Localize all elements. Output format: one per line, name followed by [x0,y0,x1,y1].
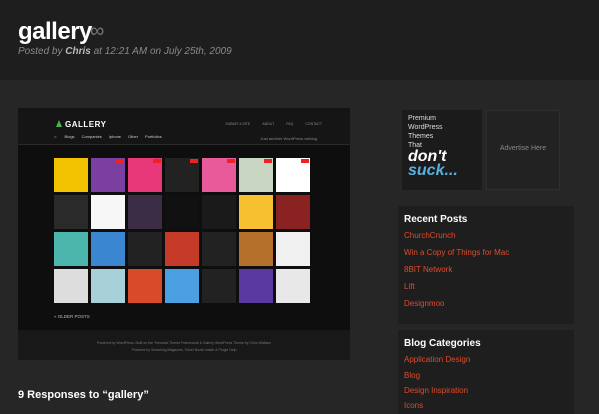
thumbnail-tile[interactable] [54,269,88,303]
thumbnail-tile[interactable] [91,232,125,266]
thumbnail-tile[interactable] [239,195,273,229]
advertise-here-box[interactable]: Advertise Here [486,110,560,190]
thumbnail-tile[interactable] [276,195,310,229]
new-badge [301,159,309,163]
blog-categories-widget: Blog Categories Application Design Blog … [398,330,574,414]
home-icon: ⌂ [54,134,57,139]
thumbnail-tile[interactable] [165,269,199,303]
screenshot-header: GALLERY SUBMIT A SITE ABOUT FAQ CONTACT ⌂ B… [18,108,350,145]
thumbnail-tile[interactable] [165,158,199,192]
recent-post-link[interactable]: ChurchCrunch [404,231,456,240]
thumbnail-tile[interactable] [128,232,162,266]
thumbnail-tile[interactable] [239,232,273,266]
thumbnail-tile[interactable] [128,158,162,192]
new-badge [116,159,124,163]
author-link[interactable]: Chris [65,46,91,57]
screenshot-nav: ⌂ Blogs Companies Iphone Other Portfolios Ju… [54,134,317,141]
thumbnail-tile[interactable] [276,232,310,266]
post-title[interactable]: gallery [18,18,92,46]
category-link[interactable]: Icons [404,401,423,410]
thumbnail-tile[interactable] [54,195,88,229]
thumbnail-tile[interactable] [91,195,125,229]
thumbnail-tile[interactable] [202,269,236,303]
thumbnail-tile[interactable] [165,232,199,266]
thumbnail-tile[interactable] [54,232,88,266]
ad-text: Premium WordPress Themes That [408,115,443,149]
thumbnail-tile[interactable] [165,195,199,229]
ad-premium-themes[interactable]: Premium WordPress Themes That don't suck... [402,110,482,190]
new-badge [227,159,235,163]
screenshot-top-links: SUBMIT A SITE ABOUT FAQ CONTACT [225,122,322,126]
thumbnail-tile[interactable] [239,269,273,303]
new-badge [190,159,198,163]
thumbnail-tile[interactable] [128,195,162,229]
category-link[interactable]: Design Inspiration [404,386,468,395]
screenshot-footer: Powered by WordPress. Built on the Thema… [18,330,350,360]
blog-categories-heading: Blog Categories [404,338,481,349]
logo-icon [56,120,62,127]
ad-logo: don't suck... [408,148,458,179]
recent-post-link[interactable]: Lift [404,282,415,291]
thumbnail-tile[interactable] [54,158,88,192]
posted-by-label: Posted by [18,46,63,57]
thumbnail-tile[interactable] [202,195,236,229]
screenshot-logo: GALLERY [56,120,106,129]
recent-post-link[interactable]: Win a Copy of Things for Mac [404,248,509,257]
post-date: at 12:21 AM on July 25th, 2009 [93,46,232,57]
thumbnail-tile[interactable] [202,232,236,266]
new-badge [153,159,161,163]
thumbnail-tile[interactable] [276,269,310,303]
category-link[interactable]: Blog [404,371,420,380]
screenshot-older-posts: « OLDER POSTS [54,314,90,319]
recent-post-link[interactable]: 8BIT Network [404,265,452,274]
gallery-screenshot[interactable]: GALLERY SUBMIT A SITE ABOUT FAQ CONTACT ⌂ B… [18,108,350,360]
thumbnail-tile[interactable] [91,269,125,303]
permalink-icon[interactable]: ∞ [90,20,104,43]
category-link[interactable]: Application Design [404,355,470,364]
recent-posts-heading: Recent Posts [404,214,468,225]
post-meta: Posted by Chris at 12:21 AM on July 25th… [18,46,232,57]
post-header: gallery ∞ Posted by Chris at 12:21 AM on… [0,0,599,80]
responses-heading: 9 Responses to “gallery” [18,389,149,401]
thumbnail-tile[interactable] [276,158,310,192]
thumbnail-tile[interactable] [91,158,125,192]
recent-post-link[interactable]: Designmoo [404,299,444,308]
thumbnail-tile[interactable] [202,158,236,192]
thumbnail-tile[interactable] [128,269,162,303]
recent-posts-widget: Recent Posts ChurchCrunch Win a Copy of … [398,206,574,324]
thumbnail-tile[interactable] [239,158,273,192]
new-badge [264,159,272,163]
